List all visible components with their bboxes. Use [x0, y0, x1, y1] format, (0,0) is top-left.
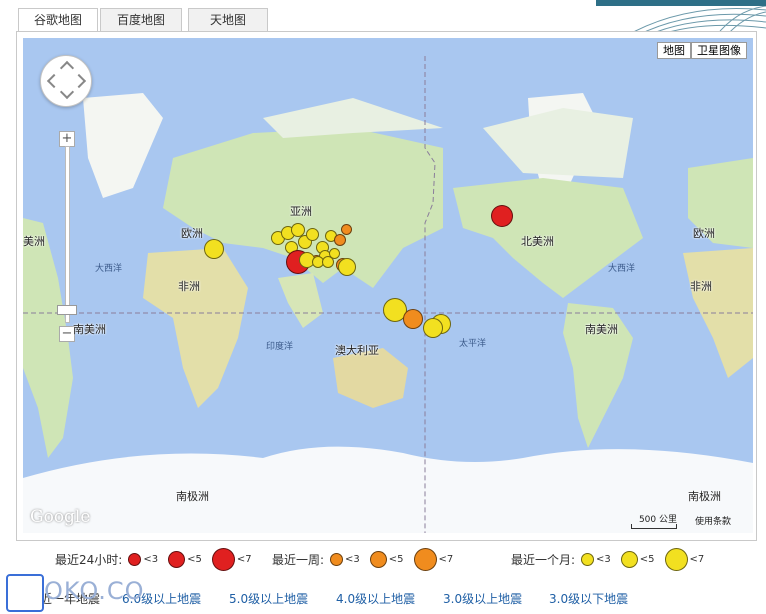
label-north-america: 北美洲 — [521, 235, 554, 248]
legend-dot-medium — [369, 550, 387, 568]
legend-text: <7 — [689, 553, 705, 565]
legend-month: 最近一个月: <3 <5 <7 — [511, 542, 714, 576]
label-atlantic: 大西洋 — [95, 264, 123, 274]
legend-text: <3 — [143, 553, 159, 565]
legend-dot-medium — [168, 550, 186, 568]
world-map[interactable]: 地图 卫星图像 + − 亚洲 欧洲 欧洲 非洲 非洲 北美洲 美洲 南美洲 南美… — [23, 38, 753, 533]
legend-title: 最近一周: — [272, 552, 325, 567]
map-type-map-button[interactable]: 地图 — [657, 42, 691, 59]
legend: 最近24小时: <3 <5 <7 最近一周: <3 <5 <7 最近一个月: <… — [0, 542, 766, 576]
legend-dot-small — [128, 552, 142, 566]
map-background — [23, 56, 753, 533]
quake-marker[interactable] — [338, 258, 356, 276]
label-africa: 非洲 — [178, 280, 200, 293]
label-australia: 澳大利亚 — [335, 344, 379, 357]
label-asia: 亚洲 — [290, 205, 312, 218]
label-indian-ocean: 印度洋 — [266, 342, 294, 352]
link-mag-5[interactable]: 5.0级以上地震 — [229, 590, 308, 607]
header-bar — [596, 0, 766, 6]
legend-dot-large — [413, 547, 437, 571]
quake-marker[interactable] — [306, 228, 319, 241]
terms-link[interactable]: 使用条款 — [695, 514, 731, 527]
site-watermark: OKO.CO — [4, 572, 144, 612]
link-mag-3[interactable]: 3.0级以上地震 — [443, 590, 522, 607]
quake-marker[interactable] — [322, 256, 334, 268]
scale-bar — [631, 524, 677, 529]
label-africa-right: 非洲 — [690, 280, 712, 293]
tab-google-map[interactable]: 谷歌地图 — [18, 8, 98, 33]
pan-right-icon[interactable] — [71, 73, 87, 89]
legend-text: <7 — [438, 553, 454, 565]
tab-tianditu-map[interactable]: 天地图 — [188, 8, 268, 31]
label-antarctica-right: 南极洲 — [688, 490, 721, 503]
legend-24h: 最近24小时: <3 <5 <7 — [55, 542, 262, 576]
legend-week: 最近一周: <3 <5 <7 — [272, 542, 463, 576]
label-pacific: 太平洋 — [459, 339, 487, 349]
zoom-slider-track[interactable] — [65, 146, 70, 323]
legend-text: <5 — [388, 553, 404, 565]
link-mag-below-3[interactable]: 3.0级以下地震 — [549, 590, 628, 607]
quake-marker[interactable] — [491, 205, 513, 227]
label-atlantic-right: 大西洋 — [608, 264, 636, 274]
legend-dot-small — [330, 552, 344, 566]
zoom-slider-thumb[interactable] — [57, 305, 77, 315]
label-america-edge: 美洲 — [23, 235, 45, 248]
watermark-logo-icon — [6, 574, 44, 612]
legend-text: <5 — [187, 553, 202, 565]
quake-marker[interactable] — [423, 318, 443, 338]
label-south-america-right: 南美洲 — [585, 323, 618, 336]
legend-title: 最近24小时: — [55, 552, 123, 567]
zoom-in-button[interactable]: + — [59, 131, 75, 147]
google-logo: Google — [30, 507, 91, 527]
map-type-satellite-button[interactable]: 卫星图像 — [691, 42, 747, 59]
quake-marker[interactable] — [403, 309, 423, 329]
legend-dot-large — [211, 547, 235, 571]
pan-up-icon[interactable] — [59, 60, 75, 76]
label-europe-right: 欧洲 — [693, 227, 715, 240]
quake-marker[interactable] — [341, 224, 352, 235]
quake-marker[interactable] — [334, 234, 346, 246]
tab-baidu-map[interactable]: 百度地图 — [100, 8, 182, 31]
legend-dot-small — [581, 552, 595, 566]
label-europe: 欧洲 — [181, 227, 203, 240]
pan-left-icon[interactable] — [46, 73, 62, 89]
label-antarctica: 南极洲 — [176, 490, 209, 503]
watermark-text: OKO.CO — [44, 577, 145, 605]
legend-dot-medium — [620, 550, 638, 568]
pan-down-icon[interactable] — [59, 84, 75, 100]
legend-text: <3 — [596, 553, 611, 565]
map-type-switch: 地图 卫星图像 — [657, 42, 747, 59]
link-mag-4[interactable]: 4.0级以上地震 — [336, 590, 415, 607]
legend-text: <5 — [639, 553, 655, 565]
legend-dot-large — [664, 547, 688, 571]
pan-control[interactable] — [40, 55, 92, 107]
legend-text: <3 — [345, 553, 360, 565]
legend-title: 最近一个月: — [511, 552, 576, 567]
quake-marker[interactable] — [204, 239, 224, 259]
label-south-america: 南美洲 — [73, 323, 106, 336]
legend-text: <7 — [236, 553, 252, 565]
